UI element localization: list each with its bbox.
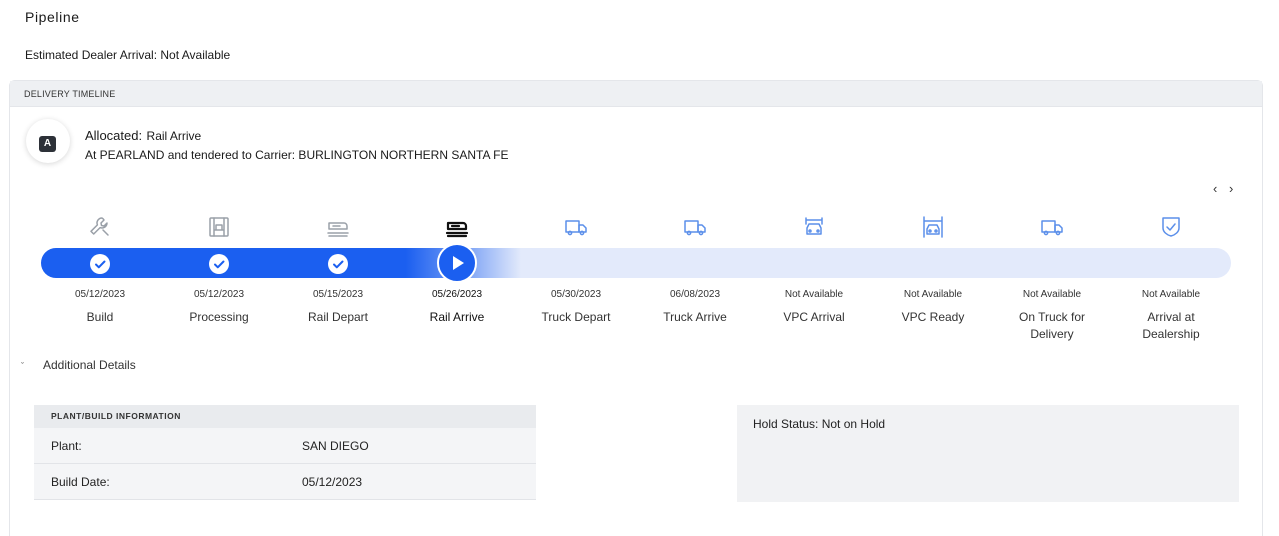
timeline-nav: ‹ › bbox=[1213, 181, 1237, 196]
step-name: On Truck for Delivery bbox=[1018, 310, 1086, 341]
check-icon bbox=[90, 254, 110, 274]
step-date: Not Available bbox=[784, 289, 844, 300]
play-icon bbox=[437, 243, 477, 283]
hold-value: Not on Hold bbox=[821, 417, 886, 431]
check-icon bbox=[209, 254, 229, 274]
step-name: Truck Depart bbox=[541, 310, 611, 324]
step-date: Not Available bbox=[903, 289, 963, 300]
status-title: Allocated: Rail Arrive bbox=[85, 127, 201, 145]
build-date-row: Build Date: 05/12/2023 bbox=[34, 464, 536, 500]
step-name: VPC Ready bbox=[901, 310, 965, 324]
timeline-step: 05/26/2023 Rail Arrive bbox=[402, 289, 512, 326]
step-name: Rail Arrive bbox=[429, 310, 485, 324]
timeline-step: 05/15/2023 Rail Depart bbox=[283, 289, 393, 326]
build-date-value: 05/12/2023 bbox=[302, 475, 363, 489]
truck-icon bbox=[561, 214, 591, 240]
processing-icon bbox=[204, 214, 234, 240]
plant-build-info: PLANT/BUILD INFORMATION Plant: SAN DIEGO… bbox=[34, 405, 536, 500]
truck-icon bbox=[1037, 214, 1067, 240]
eta-value: Not Available bbox=[160, 48, 231, 62]
next-arrow-icon[interactable]: › bbox=[1229, 181, 1237, 196]
panel-header: DELIVERY TIMELINE bbox=[10, 81, 1262, 107]
vehicle-lift-icon bbox=[918, 214, 948, 240]
build-date-key: Build Date: bbox=[51, 475, 110, 489]
step-date: 05/15/2023 bbox=[312, 289, 364, 300]
status-label: Allocated: bbox=[85, 128, 143, 143]
step-date: 06/08/2023 bbox=[669, 289, 721, 300]
hold-status: Hold Status: Not on Hold bbox=[753, 417, 885, 431]
status-badge: A bbox=[26, 119, 70, 163]
step-name: Processing bbox=[189, 310, 249, 324]
step-date: Not Available bbox=[1022, 289, 1082, 300]
timeline-step: 05/30/2023 Truck Depart bbox=[521, 289, 631, 326]
additional-details-toggle[interactable]: ˇ Additional Details bbox=[21, 358, 136, 372]
step-date: 05/26/2023 bbox=[431, 289, 483, 300]
shield-check-icon bbox=[1156, 214, 1186, 240]
step-date: 05/30/2023 bbox=[550, 289, 602, 300]
plant-row: Plant: SAN DIEGO bbox=[34, 428, 536, 464]
timeline-step: 05/12/2023 Processing bbox=[164, 289, 274, 326]
additional-details-label: Additional Details bbox=[43, 358, 136, 372]
badge-letter: A bbox=[39, 136, 56, 152]
vehicle-icon bbox=[799, 214, 829, 240]
rail-car-icon bbox=[323, 214, 353, 240]
page-title: Pipeline bbox=[25, 9, 80, 25]
plant-value: SAN DIEGO bbox=[302, 439, 369, 453]
step-icons-row bbox=[10, 214, 1264, 244]
timeline-step: Not Available VPC Ready bbox=[878, 289, 988, 326]
step-date: Not Available bbox=[1141, 289, 1201, 300]
step-name: Truck Arrive bbox=[663, 310, 727, 324]
step-name: Build bbox=[86, 310, 114, 324]
check-icon bbox=[328, 254, 348, 274]
step-name: Rail Depart bbox=[307, 310, 369, 324]
truck-icon bbox=[680, 214, 710, 240]
estimated-arrival: Estimated Dealer Arrival: Not Available bbox=[25, 48, 230, 62]
timeline-step: Not Available Arrival at Dealership bbox=[1116, 289, 1226, 343]
timeline-step: 05/12/2023 Build bbox=[45, 289, 155, 326]
timeline-step: Not Available On Truck for Delivery bbox=[997, 289, 1107, 343]
step-name: VPC Arrival bbox=[783, 310, 845, 324]
chevron-down-icon: ˇ bbox=[21, 361, 24, 371]
step-name: Arrival at Dealership bbox=[1142, 310, 1200, 341]
delivery-timeline-panel: DELIVERY TIMELINE A Allocated: Rail Arri… bbox=[9, 80, 1263, 536]
prev-arrow-icon[interactable]: ‹ bbox=[1213, 181, 1221, 196]
hold-status-box: Hold Status: Not on Hold bbox=[737, 405, 1239, 502]
plant-info-header: PLANT/BUILD INFORMATION bbox=[34, 405, 536, 428]
plant-key: Plant: bbox=[51, 439, 82, 453]
timeline-step: Not Available VPC Arrival bbox=[759, 289, 869, 326]
eta-label: Estimated Dealer Arrival: bbox=[25, 48, 158, 62]
timeline-step: 06/08/2023 Truck Arrive bbox=[640, 289, 750, 326]
rail-car-icon bbox=[442, 214, 472, 240]
hold-label: Hold Status: bbox=[753, 417, 819, 431]
wrench-icon bbox=[85, 214, 115, 240]
step-date: 05/12/2023 bbox=[74, 289, 126, 300]
step-date: 05/12/2023 bbox=[193, 289, 245, 300]
status-value: Rail Arrive bbox=[146, 129, 202, 143]
status-detail: At PEARLAND and tendered to Carrier: BUR… bbox=[85, 148, 509, 162]
